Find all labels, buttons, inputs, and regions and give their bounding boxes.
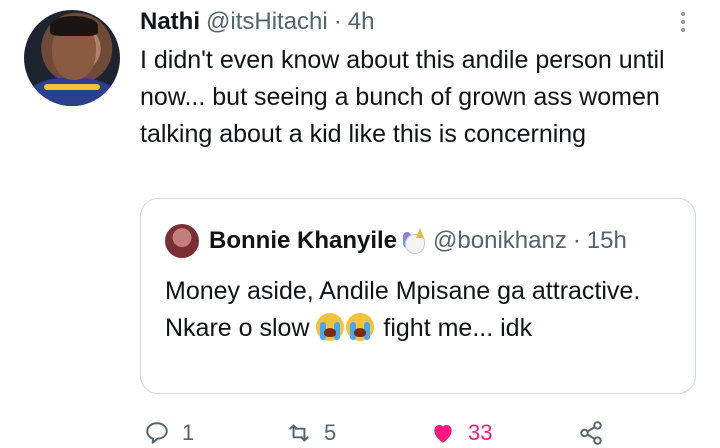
quote-text-after: fight me... idk — [376, 314, 533, 342]
reply-icon — [146, 422, 168, 444]
tweet-text: I didn't even know about this andile per… — [140, 46, 665, 148]
retweet-count: 5 — [324, 420, 337, 445]
crying-face-emoji-icon — [316, 313, 345, 341]
reply-button[interactable]: 1 — [144, 418, 194, 448]
retweet-icon — [289, 424, 309, 442]
unicorn-emoji-icon — [401, 228, 427, 254]
author-name[interactable]: Nathi — [140, 8, 200, 36]
tweet-actions: 1 5 33 — [140, 418, 700, 448]
author-avatar[interactable] — [24, 10, 120, 106]
like-button[interactable]: 33 — [430, 418, 492, 448]
retweet-button[interactable]: 5 — [286, 418, 336, 448]
quote-header: Bonnie Khanyile @bonikhanz · 15h — [165, 223, 627, 259]
quote-separator-dot: · — [572, 227, 581, 254]
more-icon[interactable] — [678, 10, 688, 34]
quote-author-handle[interactable]: @bonikhanz — [433, 227, 567, 255]
crying-face-emoji-icon — [346, 313, 375, 341]
tweet-time[interactable]: 4h — [348, 8, 375, 36]
reply-count: 1 — [182, 420, 195, 445]
quoted-tweet[interactable]: Bonnie Khanyile @bonikhanz · 15h Money a… — [140, 198, 696, 394]
author-handle[interactable]: @itsHitachi — [206, 8, 328, 36]
quote-author-avatar[interactable] — [165, 224, 199, 258]
share-button[interactable] — [578, 418, 616, 448]
avatar-hair — [50, 16, 98, 36]
separator-dot: · — [333, 8, 342, 35]
tweet-header: Nathi @itsHitachi · 4h — [140, 6, 374, 38]
avatar-jersey-stripe — [44, 84, 100, 90]
share-icon — [580, 421, 602, 445]
like-count: 33 — [468, 420, 493, 445]
quote-text: Money aside, Andile Mpisane ga attractiv… — [165, 273, 675, 347]
avatar-jersey — [30, 78, 114, 106]
quote-author-name[interactable]: Bonnie Khanyile — [209, 227, 397, 255]
quote-time[interactable]: 15h — [587, 227, 627, 255]
heart-icon — [434, 424, 452, 443]
